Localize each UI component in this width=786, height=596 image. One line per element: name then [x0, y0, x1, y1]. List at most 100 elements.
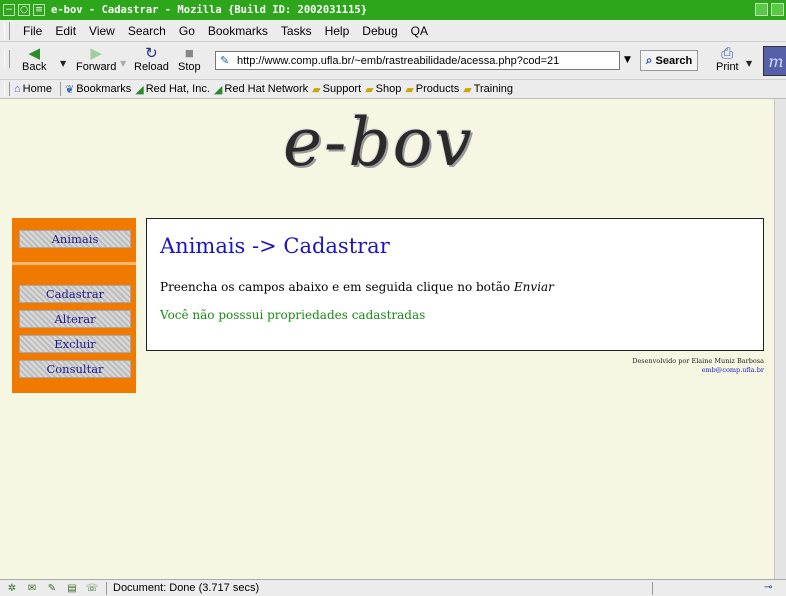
window-titlebar: − ○ ≡ e-bov - Cadastrar - Mozilla {Build… [0, 0, 786, 20]
printer-icon: ⎙ [721, 44, 734, 62]
forward-button[interactable]: ▶ Forward [76, 44, 117, 74]
window-title: e-bov - Cadastrar - Mozilla {Build ID: 2… [51, 4, 368, 16]
menu-search[interactable]: Search [128, 24, 166, 38]
minimize-icon[interactable] [755, 3, 768, 16]
status-separator [106, 581, 107, 595]
forward-arrow-icon: ▶ [90, 44, 102, 62]
url-text: http://www.comp.ufla.br/~emb/rastreabili… [237, 54, 560, 67]
online-status-icon[interactable]: ⊸ [764, 582, 772, 593]
menu-view[interactable]: View [89, 24, 115, 38]
chat-icon[interactable]: ☏ [84, 583, 100, 594]
instruction-action: Enviar [513, 280, 554, 294]
stop-button[interactable]: ■ Stop [178, 44, 201, 74]
instruction-text: Preencha os campos abaixo e em seguida c… [160, 280, 554, 294]
menubar-grip[interactable] [4, 21, 10, 40]
home-icon: ⌂ [14, 83, 21, 95]
reload-button[interactable]: ↻ Reload [134, 44, 169, 74]
credit-email-link[interactable]: emb@comp.ufla.br [632, 366, 764, 375]
folder-icon: ▰ [463, 83, 472, 96]
back-arrow-icon: ◀ [28, 44, 40, 62]
developer-credit: Desenvolvido por Elaine Muniz Barbosa em… [632, 357, 764, 375]
personal-toolbar-grip[interactable] [4, 82, 10, 96]
composer-icon[interactable]: ✎ [44, 583, 60, 594]
menu-go[interactable]: Go [179, 24, 195, 38]
menu-help[interactable]: Help [325, 24, 350, 38]
bookmark-icon: ◢ [135, 83, 144, 96]
maximize-icon[interactable] [771, 3, 784, 16]
sidebar-menu: Animais Cadastrar Alterar Excluir Consul… [12, 218, 136, 393]
window-menu-icon[interactable]: − [3, 4, 15, 16]
content-gutter [0, 99, 10, 579]
window-controls [755, 3, 784, 16]
url-dropdown-icon[interactable]: ▼ [624, 55, 631, 65]
url-field[interactable]: ✎ http://www.comp.ufla.br/~emb/rastreabi… [215, 51, 620, 70]
menu-bookmarks[interactable]: Bookmarks [208, 24, 268, 38]
shop-label: Shop [375, 83, 402, 95]
support-label: Support [322, 83, 362, 95]
folder-icon: ▰ [365, 83, 374, 96]
back-label: Back [22, 61, 47, 73]
reload-label: Reload [134, 61, 169, 73]
status-text: Document: Done (3.717 secs) [113, 582, 260, 594]
vertical-scrollbar[interactable] [774, 99, 786, 579]
folder-icon: ▰ [405, 83, 414, 96]
page-title: Animais -> Cadastrar [160, 234, 390, 258]
menu-bar: File Edit View Search Go Bookmarks Tasks… [0, 20, 786, 42]
sidebar-item-animais[interactable]: Animais [19, 230, 131, 248]
print-dropdown-icon[interactable]: ▼ [746, 59, 752, 68]
sidebar-item-alterar[interactable]: Alterar [19, 310, 131, 328]
reload-icon: ↻ [145, 44, 158, 62]
main-panel: Animais -> Cadastrar Preencha os campos … [146, 218, 764, 351]
training-folder[interactable]: ▰ Training [463, 83, 513, 96]
search-label: Search [655, 54, 693, 67]
window-shade-icon[interactable]: ○ [18, 4, 30, 16]
menu-debug[interactable]: Debug [362, 24, 397, 38]
print-label: Print [716, 61, 739, 73]
redhat-inc-label: Red Hat, Inc. [145, 83, 210, 95]
mail-icon[interactable]: ✉ [24, 583, 40, 594]
support-folder[interactable]: ▰ Support [312, 83, 361, 96]
back-dropdown-icon[interactable]: ▼ [60, 59, 66, 68]
navbar-grip[interactable] [4, 50, 10, 68]
menu-edit[interactable]: Edit [55, 24, 76, 38]
navigation-toolbar: ◀ Back ▼ ▶ Forward ▼ ↻ Reload ■ Stop ✎ h… [0, 42, 786, 80]
throbber-logo[interactable]: m [763, 46, 786, 76]
menu-tasks[interactable]: Tasks [281, 24, 312, 38]
addressbook-icon[interactable]: ▤ [64, 583, 80, 594]
sidebar-item-cadastrar[interactable]: Cadastrar [19, 285, 131, 303]
sidebar-divider [12, 262, 136, 265]
print-button[interactable]: ⎙ Print [716, 44, 739, 74]
status-bar: ✲ ✉ ✎ ▤ ☏ Document: Done (3.717 secs) ⊸ [0, 579, 786, 596]
window-stick-icon[interactable]: ≡ [33, 4, 45, 16]
ebov-logo: e-bov [283, 104, 474, 181]
bookmarks-label: Bookmarks [76, 83, 132, 95]
instruction-label: Preencha os campos abaixo e em seguida c… [160, 280, 511, 294]
products-folder[interactable]: ▰ Products [405, 83, 459, 96]
search-icon: ⌕ [645, 53, 653, 67]
back-button[interactable]: ◀ Back [22, 44, 47, 74]
menu-qa[interactable]: QA [411, 24, 428, 38]
personal-toolbar: ⌂ Home ❦ Bookmarks ◢ Red Hat, Inc. ◢ Red Hat… [0, 80, 786, 99]
redhat-inc-link[interactable]: ◢ Red Hat, Inc. [135, 83, 210, 96]
forward-label: Forward [76, 61, 117, 73]
stop-label: Stop [178, 61, 201, 73]
page-proxy-icon[interactable]: ✎ [220, 55, 232, 67]
home-label: Home [22, 83, 52, 95]
shop-folder[interactable]: ▰ Shop [365, 83, 401, 96]
stop-icon: ■ [184, 44, 194, 62]
forward-dropdown-icon[interactable]: ▼ [120, 59, 126, 68]
redhat-network-label: Red Hat Network [224, 83, 309, 95]
sidebar-item-excluir[interactable]: Excluir [19, 335, 131, 353]
toolbar-separator [60, 82, 61, 96]
sidebar-item-consultar[interactable]: Consultar [19, 360, 131, 378]
redhat-network-link[interactable]: ◢ Red Hat Network [214, 83, 308, 96]
status-separator-right [652, 582, 653, 595]
bookmarks-link[interactable]: ❦ Bookmarks [65, 83, 131, 96]
search-button[interactable]: ⌕ Search [640, 50, 698, 71]
menu-file[interactable]: File [23, 24, 42, 38]
home-link[interactable]: ⌂ Home [14, 83, 52, 95]
training-label: Training [473, 83, 514, 95]
products-label: Products [415, 83, 460, 95]
navigator-icon[interactable]: ✲ [4, 583, 20, 594]
bookmarks-icon: ❦ [65, 83, 75, 96]
